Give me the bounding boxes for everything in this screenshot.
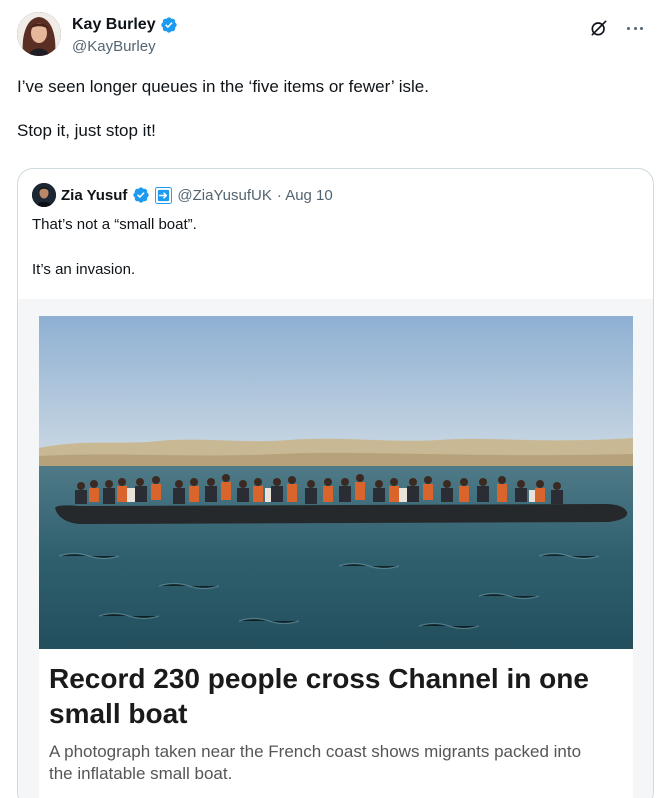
quoted-author-handle[interactable]: @ZiaYusufUK bbox=[177, 187, 271, 204]
quoted-tweet[interactable]: Zia Yusuf @ZiaYusufUK · Aug 10 That’s no… bbox=[17, 168, 654, 798]
article-subhead: A photograph taken near the French coast… bbox=[49, 742, 582, 783]
author-avatar[interactable] bbox=[17, 12, 61, 56]
quoted-tweet-header: Zia Yusuf @ZiaYusufUK · Aug 10 bbox=[32, 183, 333, 207]
quoted-paragraph: That’s not a “small boat”. bbox=[32, 216, 197, 233]
affiliate-badge-icon[interactable] bbox=[155, 186, 173, 204]
link-card-media[interactable]: Record 230 people cross Channel in one s… bbox=[18, 299, 653, 798]
tweet-paragraph: Stop it, just stop it! bbox=[17, 121, 156, 140]
quoted-paragraph: It’s an invasion. bbox=[32, 261, 136, 278]
verified-badge-icon bbox=[160, 17, 177, 33]
tweet-paragraph: I’ve seen longer queues in the ‘five ite… bbox=[17, 77, 429, 96]
quoted-tweet-text: That’s not a “small boat”. It’s an invas… bbox=[32, 215, 632, 280]
tweet-text: I’ve seen longer queues in the ‘five ite… bbox=[17, 76, 637, 142]
grok-icon[interactable] bbox=[589, 18, 609, 38]
article-headline: Record 230 people cross Channel in one s… bbox=[49, 663, 589, 729]
quoted-tweet-date[interactable]: · Aug 10 bbox=[277, 187, 333, 204]
verified-badge-icon bbox=[133, 187, 150, 203]
author-display-name[interactable]: Kay Burley bbox=[72, 16, 156, 34]
author-handle[interactable]: @KayBurley bbox=[72, 38, 156, 55]
author-name-row: Kay Burley bbox=[72, 16, 178, 34]
tweet-header: Kay Burley @KayBurley bbox=[17, 12, 645, 60]
quoted-author-name[interactable]: Zia Yusuf bbox=[61, 187, 127, 204]
boat-photo bbox=[39, 316, 633, 649]
article-screenshot: Record 230 people cross Channel in one s… bbox=[39, 316, 633, 798]
quoted-author-avatar[interactable] bbox=[32, 183, 56, 207]
more-icon[interactable] bbox=[625, 18, 645, 38]
